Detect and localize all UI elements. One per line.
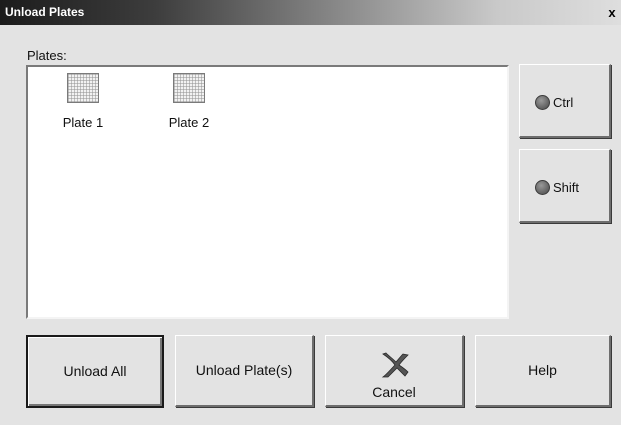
plates-list[interactable]: Plate 1 Plate 2: [26, 65, 509, 319]
shift-button[interactable]: Shift: [519, 149, 611, 223]
close-icon[interactable]: x: [605, 6, 619, 20]
cancel-x-icon: [381, 352, 409, 378]
ctrl-label: Ctrl: [553, 95, 574, 110]
plate-item-2[interactable]: Plate 2: [154, 73, 224, 130]
title-bar[interactable]: Unload Plates x: [0, 0, 621, 25]
ctrl-button[interactable]: Ctrl: [519, 64, 611, 138]
unload-all-label: Unload All: [63, 363, 127, 379]
unload-plates-button[interactable]: Unload Plate(s): [175, 335, 314, 407]
plate-icon: [67, 73, 99, 103]
unload-plates-dialog: Unload Plates x Plates: Plate 1 Plate 2 …: [0, 0, 621, 425]
plate-icon: [173, 73, 205, 103]
help-button[interactable]: Help: [475, 335, 611, 407]
unload-plates-label: Unload Plate(s): [195, 362, 293, 378]
plates-label: Plates:: [27, 48, 67, 63]
shift-label: Shift: [553, 180, 580, 195]
ctrl-indicator-icon: [535, 95, 550, 110]
plate-label: Plate 2: [168, 115, 210, 130]
cancel-label: Cancel: [372, 384, 416, 400]
cancel-button[interactable]: Cancel: [325, 335, 464, 407]
plate-label: Plate 1: [62, 115, 104, 130]
plate-item-1[interactable]: Plate 1: [48, 73, 118, 130]
unload-all-button[interactable]: Unload All: [26, 335, 164, 408]
shift-indicator-icon: [535, 180, 550, 195]
help-label: Help: [528, 362, 557, 378]
window-title: Unload Plates: [5, 5, 85, 19]
